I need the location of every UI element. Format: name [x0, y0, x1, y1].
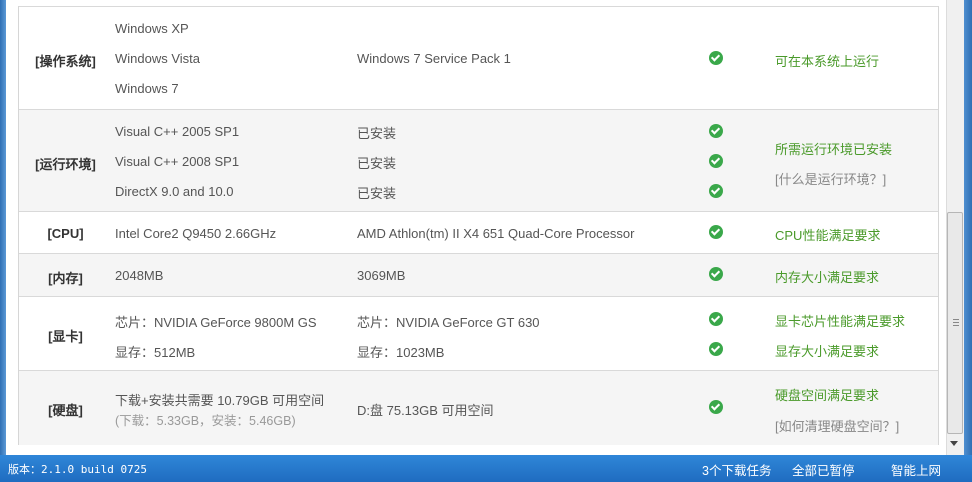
download-tasks-link[interactable]: 3个下载任务 [702, 460, 771, 479]
required-runtime-vc2008: Visual C++ 2008 SP1 [115, 154, 240, 169]
result-text: 硬盘空间满足要求 [775, 388, 880, 403]
current-gpu-chip: 芯片：NVIDIA GeForce GT 630 [357, 315, 540, 330]
check-icon [709, 342, 723, 356]
current-disk: D:盘 75.13GB 可用空间 [357, 403, 494, 418]
result-text: 显卡芯片性能满足要求 [775, 314, 906, 329]
required-disk: 下载+安装共需要 10.79GB 可用空间 [115, 393, 325, 408]
table-row-cpu: [CPU] Intel Core2 Q9450 2.66GHz AMD Athl… [19, 211, 938, 254]
window-right-border [964, 0, 972, 455]
check-icon [709, 154, 723, 168]
check-icon [709, 225, 723, 239]
required-gpu-chip: 芯片：NVIDIA GeForce 9800M GS [115, 315, 317, 330]
required-runtime-vc2005: Visual C++ 2005 SP1 [115, 124, 240, 139]
category-label: [运行环境] [35, 157, 96, 172]
table-row-disk: [硬盘] 下载+安装共需要 10.79GB 可用空间 (下载：5.33GB，安装… [19, 370, 938, 445]
category-label: [硬盘] [48, 403, 83, 418]
check-icon [709, 312, 723, 326]
current-os: Windows 7 Service Pack 1 [357, 51, 511, 66]
scroll-down-arrow-icon[interactable] [950, 441, 958, 446]
required-os-vista: Windows Vista [115, 51, 201, 66]
result-text: 所需运行环境已安装 [775, 142, 893, 157]
smart-network-toggle[interactable]: 智能上网 [891, 460, 941, 479]
category-label: [CPU] [47, 226, 84, 241]
current-memory: 3069MB [357, 268, 406, 283]
required-cpu: Intel Core2 Q9450 2.66GHz [115, 226, 277, 241]
runtime-help-link[interactable]: [什么是运行环境？] [775, 169, 886, 188]
disk-help-link[interactable]: [如何清理硬盘空间？] [775, 416, 899, 435]
table-row-memory: [内存] 2048MB 3069MB 内存大小满足要求 [19, 253, 938, 297]
pause-all-status[interactable]: 全部已暂停 [792, 460, 855, 479]
status-bar: 版本：2.1.0 build 0725 3个下载任务 全部已暂停 智能上网 [0, 455, 972, 482]
required-disk-detail: (下载：5.33GB，安装：5.46GB) [115, 414, 296, 428]
current-cpu: AMD Athlon(tm) II X4 651 Quad-Core Proce… [357, 226, 635, 241]
result-text: 显存大小满足要求 [775, 344, 880, 359]
check-icon [709, 400, 723, 414]
check-icon [709, 124, 723, 138]
requirements-table: [操作系统] Windows XP Windows Vista Windows … [18, 6, 939, 445]
check-icon [709, 267, 723, 281]
check-icon [709, 51, 723, 65]
check-icon [709, 184, 723, 198]
required-runtime-directx: DirectX 9.0 and 10.0 [115, 184, 234, 199]
table-row-runtime: [运行环境] Visual C++ 2005 SP1 Visual C++ 20… [19, 109, 938, 212]
required-gpu-vram: 显存：512MB [115, 345, 196, 360]
result-text: 内存大小满足要求 [775, 270, 880, 285]
current-runtime-vc2005: 已安装 [357, 126, 397, 141]
table-row-gpu: [显卡] 芯片：NVIDIA GeForce 9800M GS 显存：512MB… [19, 296, 938, 371]
result-text: 可在本系统上运行 [775, 54, 880, 69]
required-os-7: Windows 7 [115, 81, 179, 96]
required-os-xp: Windows XP [115, 21, 189, 36]
category-label: [内存] [48, 271, 83, 286]
table-row-os: [操作系统] Windows XP Windows Vista Windows … [19, 6, 938, 110]
category-label: [操作系统] [35, 54, 96, 69]
required-memory: 2048MB [115, 268, 164, 283]
current-gpu-vram: 显存：1023MB [357, 345, 445, 360]
category-label: [显卡] [48, 329, 83, 344]
scrollbar-thumb[interactable] [947, 212, 963, 434]
result-text: CPU性能满足要求 [775, 228, 881, 243]
current-runtime-directx: 已安装 [357, 186, 397, 201]
current-runtime-vc2008: 已安装 [357, 156, 397, 171]
version-label: 版本：2.1.0 build 0725 [8, 463, 147, 476]
